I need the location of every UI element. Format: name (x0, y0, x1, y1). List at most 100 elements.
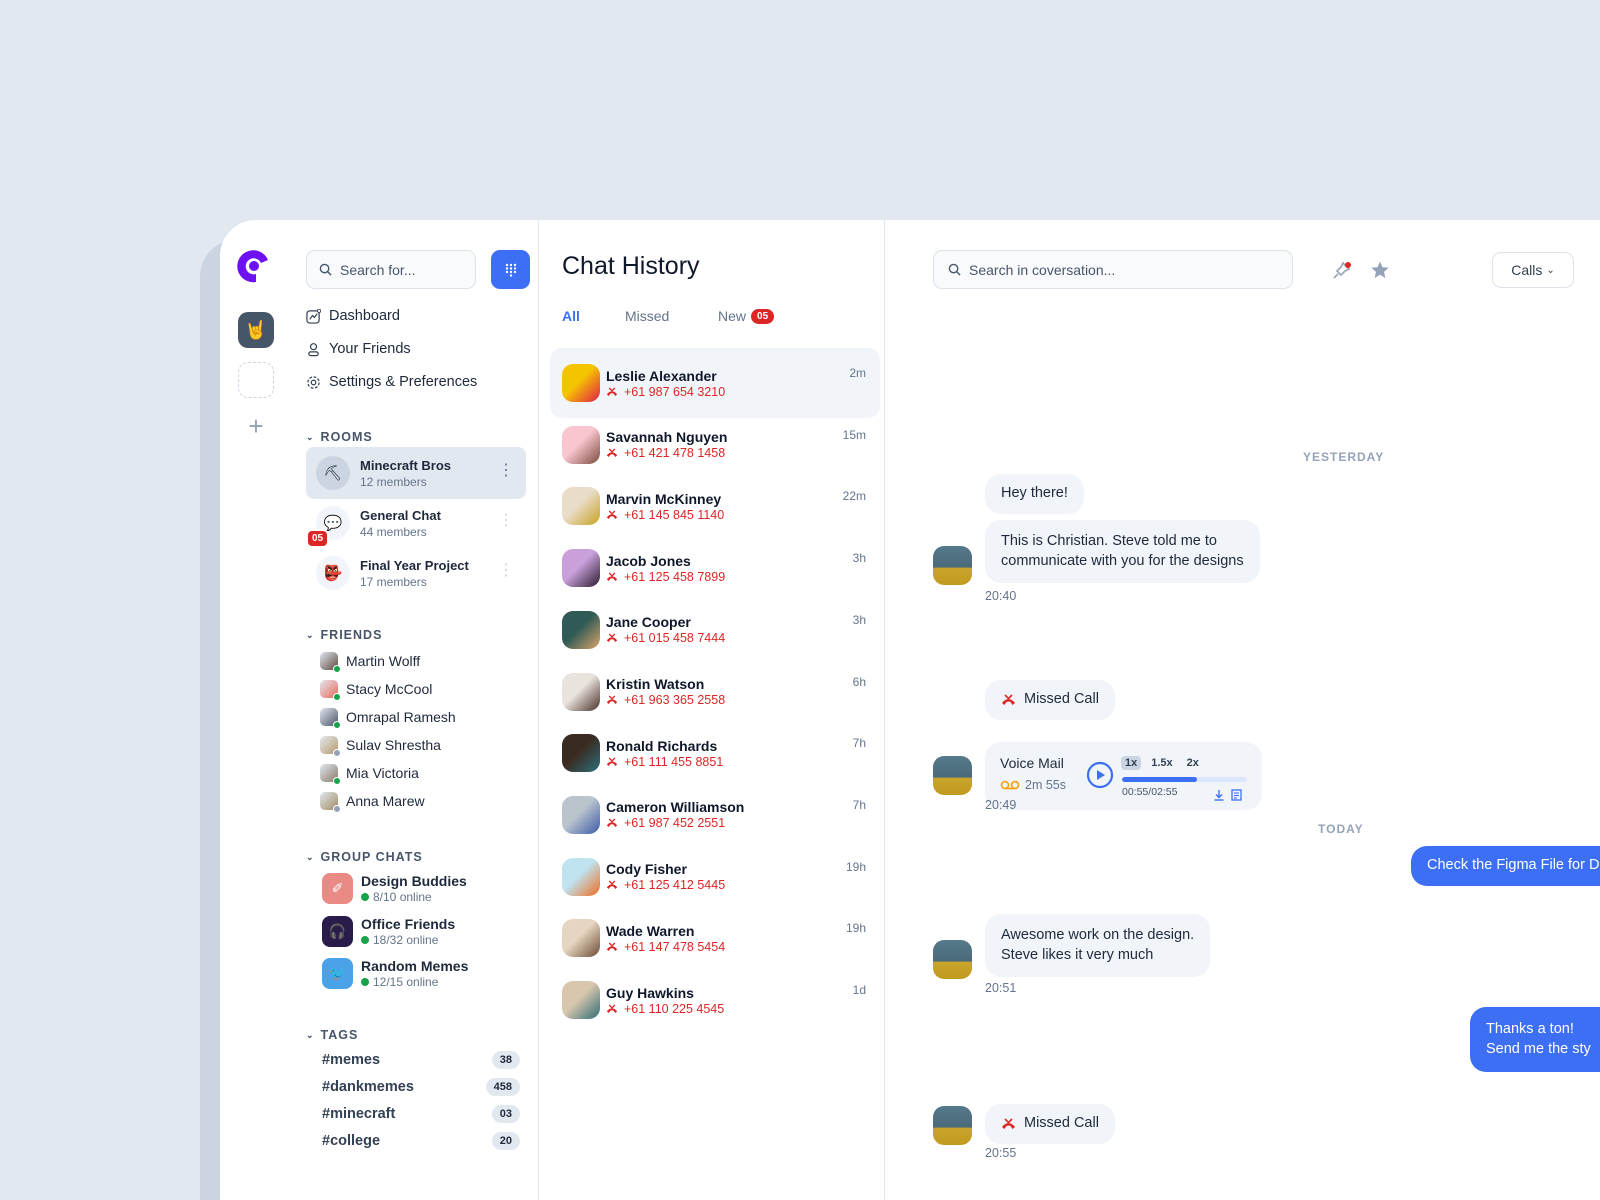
contact-avatar[interactable] (933, 546, 972, 585)
voicemail-progress-track[interactable] (1122, 777, 1247, 782)
avatar (320, 736, 341, 757)
chat-list-item[interactable]: Guy Hawkins +61 110 225 4545 1d (550, 965, 880, 1035)
speed-2x[interactable]: 2x (1183, 756, 1203, 770)
brush-icon: ✐ (322, 873, 353, 904)
tag-dankmemes[interactable]: #dankmemes 458 (322, 1078, 520, 1096)
message-bubble: Awesome work on the design. Steve likes i… (985, 914, 1211, 978)
conversation-search[interactable] (933, 250, 1293, 289)
menu-settings[interactable]: Settings & Preferences (306, 374, 477, 390)
group-random-memes[interactable]: 🐦 Random Memes 12/15 online (322, 958, 468, 989)
tag-count: 03 (491, 1105, 520, 1123)
tab-new[interactable]: New 05 (718, 308, 775, 324)
contact-avatar[interactable] (933, 756, 972, 795)
online-dot (361, 978, 369, 986)
chat-time: 1d (852, 983, 866, 997)
room-minecraft-bros[interactable]: ⛏ Minecraft Bros 12 members ⋮ (306, 447, 526, 499)
tab-missed[interactable]: Missed (625, 308, 669, 324)
more-options-icon[interactable]: ⋮ (498, 463, 514, 479)
section-title: ROOMS (320, 430, 373, 444)
avatar (562, 919, 600, 958)
missed-call-icon (606, 942, 618, 951)
menu-your-friends[interactable]: Your Friends (306, 341, 411, 357)
group-design-buddies[interactable]: ✐ Design Buddies 8/10 online (322, 873, 467, 904)
pin-button[interactable] (1330, 258, 1354, 282)
avatar (562, 487, 600, 526)
nav-search-input[interactable] (340, 261, 460, 278)
rooms-header[interactable]: ⌄ ROOMS (306, 430, 373, 444)
chat-time: 6h (852, 674, 866, 689)
chat-time: 22m (842, 489, 866, 504)
chat-list-item[interactable]: Jacob Jones +61 125 458 7899 3h (550, 533, 880, 603)
menu-dashboard[interactable]: Dashboard (306, 308, 400, 324)
transcript-icon[interactable] (1231, 789, 1243, 801)
missed-call-icon (606, 387, 618, 396)
more-options-icon[interactable]: ⋮ (498, 513, 514, 529)
bird-icon: 🐦 (322, 958, 353, 989)
room-final-year-project[interactable]: 👺 Final Year Project 17 members ⋮ (306, 547, 526, 599)
section-title: FRIENDS (320, 628, 383, 642)
room-general-chat[interactable]: 💬 05 General Chat 44 members ⋮ (306, 497, 526, 549)
missed-call-icon (606, 818, 618, 828)
more-options-icon[interactable]: ⋮ (498, 563, 514, 579)
friends-header[interactable]: ⌄ FRIENDS (306, 628, 382, 642)
missed-call-icon (606, 1004, 618, 1013)
speed-1x[interactable]: 1x (1121, 756, 1142, 770)
tag-name: #dankmemes (322, 1079, 414, 1095)
voicemail-progress-fill (1122, 777, 1197, 782)
friend-item[interactable]: Stacy McCool (320, 680, 432, 701)
contact-name: Guy Hawkins (606, 984, 694, 1001)
group-chats-header[interactable]: ⌄ GROUP CHATS (306, 850, 423, 864)
chat-list-item[interactable]: Savannah Nguyen +61 421 478 1458 15m (550, 410, 880, 480)
tab-all[interactable]: All (562, 308, 580, 324)
add-server-button[interactable]: + (238, 408, 274, 444)
friend-item[interactable]: Mia Victoria (320, 764, 419, 785)
nav-search[interactable] (306, 250, 476, 289)
speed-1-5x[interactable]: 1.5x (1147, 756, 1176, 770)
chevron-down-icon: ⌄ (306, 629, 315, 640)
phone-number: +61 125 458 7899 (624, 569, 726, 584)
avatar (562, 672, 600, 711)
status-online-dot (333, 721, 341, 729)
message-time: 20:49 (985, 798, 1017, 812)
group-office-friends[interactable]: 🎧 Office Friends 18/32 online (322, 916, 455, 947)
room-name: Final Year Project (360, 557, 469, 573)
status-online-dot (333, 777, 341, 785)
chat-time: 19h (845, 921, 866, 936)
conversation-search-input[interactable] (969, 261, 1269, 278)
contact-name: Marvin McKinney (606, 490, 722, 507)
tag-memes[interactable]: #memes 38 (322, 1051, 520, 1069)
tag-college[interactable]: #college 20 (322, 1132, 520, 1150)
server-placeholder[interactable] (238, 362, 274, 398)
chat-list-item[interactable]: Ronald Richards +61 111 455 8851 7h (550, 718, 880, 788)
chat-list-item[interactable]: Cody Fisher +61 125 412 5445 19h (550, 842, 880, 912)
contact-avatar[interactable] (933, 1106, 972, 1145)
chat-list-item[interactable]: Marvin McKinney +61 145 845 1140 22m (550, 471, 880, 541)
chat-list-item[interactable]: Cameron Williamson +61 987 452 2551 7h (550, 780, 880, 850)
chat-list-item[interactable]: Kristin Watson +61 963 365 2558 6h (550, 657, 880, 727)
chat-list-item[interactable]: Wade Warren +61 147 478 5454 19h (550, 903, 880, 973)
app-logo-icon[interactable] (234, 246, 274, 286)
voicemail-title: Voice Mail (1000, 755, 1064, 771)
contact-avatar[interactable] (933, 940, 972, 979)
star-button[interactable] (1368, 258, 1392, 282)
chat-list-item[interactable]: Jane Cooper +61 015 458 7444 3h (550, 595, 880, 665)
download-icon[interactable] (1213, 789, 1225, 801)
chat-list-item[interactable]: Leslie Alexander +61 987 654 3210 2m (550, 348, 880, 418)
server-rock-hand[interactable]: 🤘 (238, 312, 274, 348)
tag-name: #memes (322, 1052, 381, 1068)
friend-item[interactable]: Sulav Shrestha (320, 736, 441, 757)
message-bubble: Hey there! (985, 474, 1084, 514)
tags-header[interactable]: ⌄ TAGS (306, 1028, 358, 1042)
contact-name: Cody Fisher (606, 861, 687, 878)
calls-dropdown[interactable]: Calls ⌄ (1492, 252, 1574, 288)
friend-name: Anna Marew (346, 793, 425, 809)
tag-minecraft[interactable]: #minecraft 03 (322, 1105, 520, 1123)
speech-bubble-icon: 💬 05 (306, 506, 350, 548)
sent-message-bubble: Thanks a ton! Send me the sty (1470, 1007, 1600, 1073)
play-button-icon[interactable] (1086, 761, 1114, 789)
friend-item[interactable]: Omrapal Ramesh (320, 708, 456, 729)
avatar (562, 981, 600, 1019)
dialpad-button[interactable] (491, 250, 530, 289)
friend-item[interactable]: Martin Wolff (320, 652, 420, 673)
friend-item[interactable]: Anna Marew (320, 792, 425, 813)
